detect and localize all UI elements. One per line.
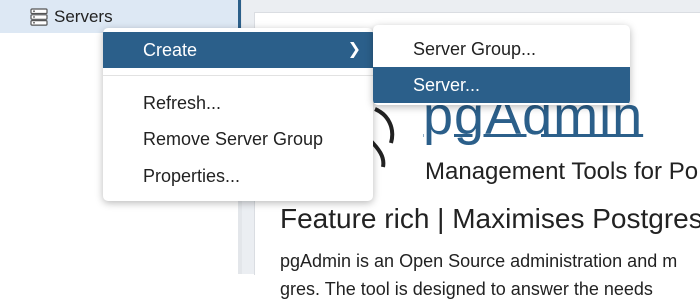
submenu-item-server-group[interactable]: Server Group... <box>373 31 630 67</box>
feature-heading: Feature rich | Maximises Postgres <box>280 203 700 234</box>
context-menu: Create ❯ Refresh... Remove Server Group … <box>103 28 373 201</box>
submenu-item-server[interactable]: Server... <box>373 67 630 103</box>
menu-item-create-label: Create <box>143 40 198 60</box>
menu-item-create[interactable]: Create ❯ <box>103 32 373 68</box>
tagline: Management Tools for Po <box>425 158 699 185</box>
server-group-icon <box>30 8 48 26</box>
description-text: pgAdmin is an Open Source administration… <box>280 251 678 271</box>
create-submenu: Server Group... Server... <box>373 25 630 105</box>
menu-divider <box>103 75 373 76</box>
chevron-right-icon: ❯ <box>347 41 361 58</box>
menu-item-remove-server-group[interactable]: Remove Server Group <box>103 121 373 157</box>
description-text-2: gres. The tool is designed to answer the… <box>280 279 653 299</box>
tree-item-label: Servers <box>54 7 113 26</box>
menu-item-refresh[interactable]: Refresh... <box>103 85 373 121</box>
menu-item-properties[interactable]: Properties... <box>103 158 373 194</box>
